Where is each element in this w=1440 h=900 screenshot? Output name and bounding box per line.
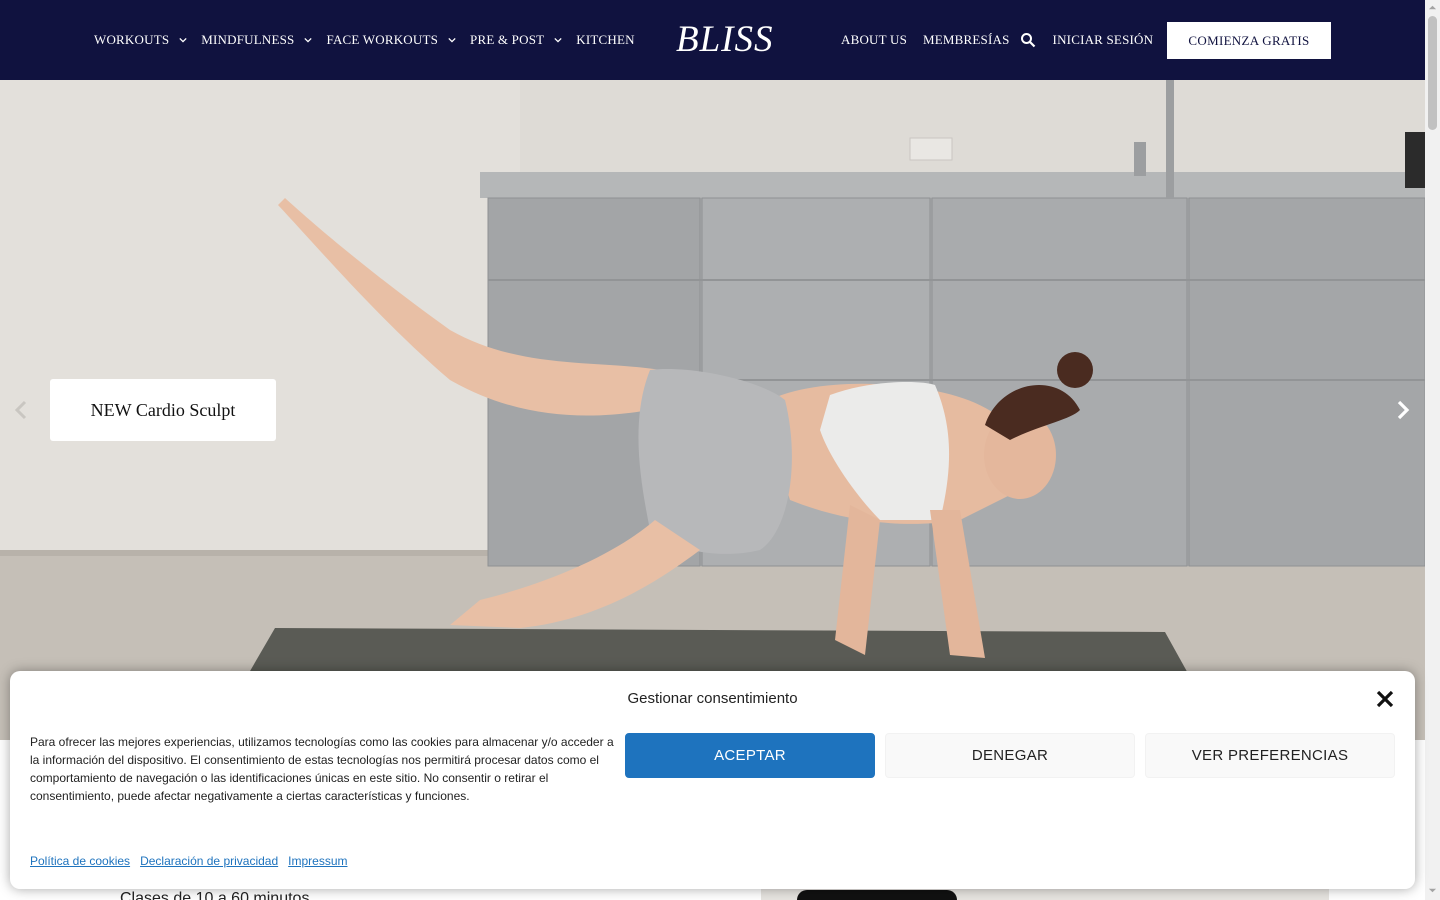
nav-about-us[interactable]: ABOUT US xyxy=(841,32,907,48)
close-icon[interactable] xyxy=(1376,690,1394,708)
start-free-button[interactable]: COMIENZA GRATIS xyxy=(1167,22,1331,59)
site-logo[interactable]: BLISS xyxy=(676,18,774,62)
cookie-policy-link[interactable]: Política de cookies xyxy=(30,854,130,868)
accept-button[interactable]: ACEPTAR xyxy=(625,733,875,778)
nav-mindfulness[interactable]: MINDFULNESS xyxy=(201,32,316,48)
scroll-down-icon[interactable] xyxy=(1428,886,1437,895)
nav-pre-post[interactable]: PRE & POST xyxy=(470,32,566,48)
nav-workouts-label: WORKOUTS xyxy=(94,32,170,47)
consent-text: Para ofrecer las mejores experiencias, u… xyxy=(30,735,614,803)
chevron-left-icon[interactable] xyxy=(10,398,34,422)
site-header: WORKOUTS MINDFULNESS FACE WORKOUTS PRE &… xyxy=(0,0,1425,80)
section-button[interactable] xyxy=(797,890,957,900)
secondary-nav: ABOUT US MEMBRESÍAS INICIAR SESIÓN xyxy=(841,0,1169,80)
nav-kitchen-label: KITCHEN xyxy=(576,32,635,47)
chevron-down-icon xyxy=(179,37,187,43)
page-scrollbar[interactable] xyxy=(1425,0,1440,900)
nav-workouts[interactable]: WORKOUTS xyxy=(94,32,191,48)
chevron-down-icon xyxy=(304,37,313,43)
scroll-up-icon[interactable] xyxy=(1428,3,1437,12)
login-link[interactable]: INICIAR SESIÓN xyxy=(1053,32,1154,48)
slide-title-button[interactable]: NEW Cardio Sculpt xyxy=(50,379,276,441)
scrollbar-thumb[interactable] xyxy=(1428,16,1437,130)
policy-links: Política de cookies Declaración de priva… xyxy=(30,854,357,868)
privacy-statement-link[interactable]: Declaración de privacidad xyxy=(140,854,278,868)
chevron-right-icon[interactable] xyxy=(1390,398,1414,422)
chevron-down-icon xyxy=(554,37,562,43)
section-text: Clases de 10 a 60 minutos xyxy=(120,890,310,900)
impressum-link[interactable]: Impressum xyxy=(288,854,347,868)
nav-mindfulness-label: MINDFULNESS xyxy=(201,32,295,47)
nav-kitchen[interactable]: KITCHEN xyxy=(576,32,634,48)
nav-membresias[interactable]: MEMBRESÍAS xyxy=(923,32,1010,48)
nav-pre-post-label: PRE & POST xyxy=(470,32,545,47)
hero-slider: NEW Cardio Sculpt xyxy=(0,80,1425,740)
chevron-down-icon xyxy=(448,37,456,43)
view-preferences-button[interactable]: VER PREFERENCIAS xyxy=(1145,733,1395,778)
modal-title: Gestionar consentimiento xyxy=(627,690,798,707)
cookie-consent-modal: Gestionar consentimiento Para ofrecer la… xyxy=(10,671,1415,889)
search-icon[interactable] xyxy=(1020,32,1036,48)
nav-face-workouts[interactable]: FACE WORKOUTS xyxy=(326,32,460,48)
main-nav: WORKOUTS MINDFULNESS FACE WORKOUTS PRE &… xyxy=(94,0,645,80)
nav-face-workouts-label: FACE WORKOUTS xyxy=(326,32,439,47)
deny-button[interactable]: DENEGAR xyxy=(885,733,1135,778)
